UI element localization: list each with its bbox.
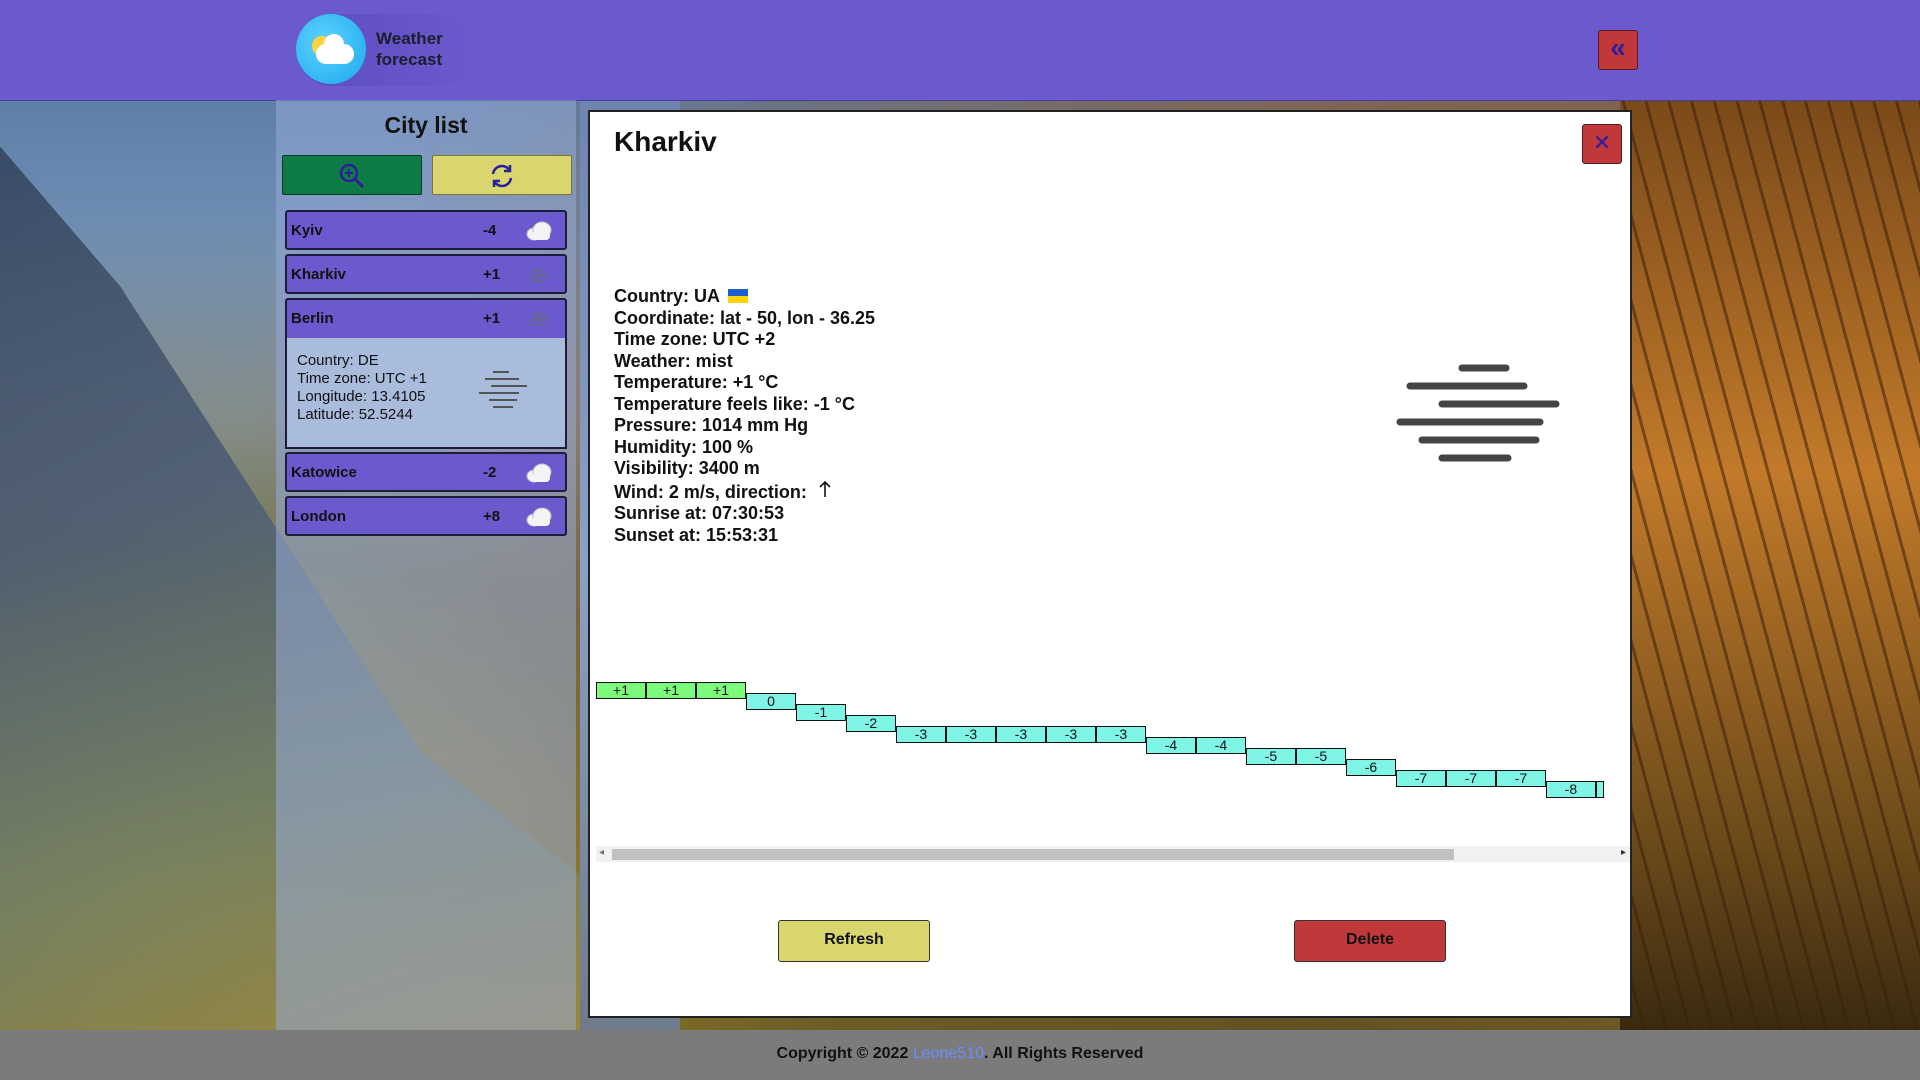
footer-rights: . All Rights Reserved [984, 1045, 1144, 1062]
city-name: Katowice [291, 464, 357, 481]
weather-info: Country: UA Coordinate: lat - 50, lon - … [614, 286, 875, 546]
forecast-cell: -7 [1446, 770, 1496, 787]
footer-copyright: Copyright © 2022 [776, 1045, 909, 1062]
city-item-kyiv[interactable]: Kyiv -4 [285, 210, 567, 250]
mist-icon [528, 268, 549, 282]
forecast-cell: -5 [1246, 748, 1296, 765]
info-visibility: Visibility: 3400 m [614, 458, 760, 478]
city-item-london[interactable]: London +8 [285, 496, 567, 536]
city-name: London [291, 508, 346, 525]
forecast-cell: -2 [846, 715, 896, 732]
scroll-right-arrow-icon[interactable]: ▸ [1621, 847, 1626, 858]
footer: Copyright © 2022 Leone510. All Rights Re… [0, 1030, 1920, 1080]
close-modal-button[interactable]: ✕ [1582, 124, 1622, 164]
forecast-cell: -3 [946, 726, 996, 743]
info-wind: Wind: 2 m/s, direction: [614, 480, 875, 504]
logo-cloud-icon [316, 34, 354, 64]
city-details-berlin: Country: DE Time zone: UTC +1 Longitude:… [285, 338, 567, 449]
forecast-cell: -8 [1546, 781, 1596, 798]
forecast-cell: +1 [696, 682, 746, 699]
app-logo[interactable]: Weather forecast [296, 14, 476, 86]
delete-button[interactable]: Delete [1294, 920, 1446, 962]
city-temperature: +1 [483, 266, 501, 283]
info-temperature: Temperature: +1 °C [614, 372, 779, 392]
cloud-icon [526, 221, 552, 241]
cloud-icon [526, 463, 552, 483]
forecast-cell: -6 [1346, 759, 1396, 776]
mist-icon [479, 371, 527, 408]
search-city-button[interactable] [282, 155, 422, 195]
info-coordinate: Coordinate: lat - 50, lon - 36.25 [614, 307, 876, 328]
ukraine-flag-icon [728, 289, 749, 303]
city-name: Berlin [291, 310, 334, 327]
forecast-cell: -3 [1046, 726, 1096, 743]
forecast-cell: -4 [1196, 737, 1246, 754]
wind-direction-arrow-icon [819, 480, 831, 497]
city-name: Kyiv [291, 222, 323, 239]
info-weather: Weather: mist [614, 350, 733, 371]
info-timezone: Time zone: UTC +2 [614, 329, 776, 349]
background-trees-right [1620, 100, 1920, 1030]
city-temperature: +8 [483, 508, 501, 525]
forecast-cell: -7 [1396, 770, 1446, 787]
collapse-sidebar-button[interactable]: « [1598, 30, 1638, 70]
city-item-katowice[interactable]: Katowice -2 [285, 452, 567, 492]
forecast-cell: -7 [1496, 770, 1546, 787]
city-temperature: -2 [483, 464, 497, 481]
forecast-cell: -5 [1296, 748, 1346, 765]
forecast-cell: -3 [896, 726, 946, 743]
sync-icon [491, 164, 513, 188]
info-country: Country: UA [614, 286, 875, 308]
forecast-cell: -3 [996, 726, 1046, 743]
city-weather-modal: Kharkiv ✕ Country: UA Coordinate: lat - … [588, 110, 1632, 1018]
forecast-cell: 0 [746, 693, 796, 710]
city-temperature: +1 [483, 310, 501, 327]
scroll-left-arrow-icon[interactable]: ◂ [599, 847, 604, 858]
forecast-cell: -4 [1146, 737, 1196, 754]
app-header: Weather forecast « [0, 0, 1920, 101]
logo-text: Weather forecast [376, 28, 443, 70]
cloud-icon [526, 507, 552, 527]
zoom-in-icon [339, 163, 365, 189]
info-sunrise: Sunrise at: 07:30:53 [614, 503, 785, 523]
logo-weather-icon [296, 14, 366, 84]
forecast-cell: +1 [646, 682, 696, 699]
info-pressure: Pressure: 1014 mm Hg [614, 415, 809, 435]
footer-author-link[interactable]: Leone510 [913, 1045, 984, 1062]
detail-longitude: Longitude: 13.4105 [297, 388, 426, 405]
city-item-kharkiv[interactable]: Kharkiv +1 [285, 254, 567, 294]
city-list-sidebar: City list Kyiv -4 Kharkiv +1 Berlin +1 C… [276, 100, 576, 1030]
modal-title: Kharkiv [614, 126, 717, 157]
detail-country: Country: DE [297, 352, 379, 369]
forecast-cell: -1 [796, 704, 846, 721]
logo-text-line1: Weather [376, 29, 443, 48]
mist-icon [528, 312, 549, 326]
forecast-cell [1596, 781, 1604, 798]
sync-cities-button[interactable] [432, 155, 572, 195]
city-temperature: -4 [483, 222, 497, 239]
info-humidity: Humidity: 100 % [614, 436, 754, 457]
info-feels-like: Temperature feels like: -1 °C [614, 393, 855, 414]
scrollbar-thumb[interactable] [612, 849, 1454, 860]
city-name: Kharkiv [291, 266, 347, 283]
refresh-button[interactable]: Refresh [778, 920, 930, 962]
info-wind-text: Wind: 2 m/s, direction: [614, 481, 807, 502]
logo-text-line2: forecast [376, 50, 443, 69]
sidebar-title: City list [384, 112, 468, 138]
forecast-scrollbar[interactable]: ◂ ▸ [596, 846, 1630, 862]
mist-icon [1396, 364, 1560, 462]
forecast-cell: +1 [596, 682, 646, 699]
forecast-cell: -3 [1096, 726, 1146, 743]
info-sunset: Sunset at: 15:53:31 [614, 524, 779, 545]
detail-timezone: Time zone: UTC +1 [297, 370, 427, 387]
city-item-berlin[interactable]: Berlin +1 [285, 298, 567, 338]
info-country-text: Country: UA [614, 286, 720, 306]
detail-latitude: Latitude: 52.5244 [297, 406, 413, 423]
